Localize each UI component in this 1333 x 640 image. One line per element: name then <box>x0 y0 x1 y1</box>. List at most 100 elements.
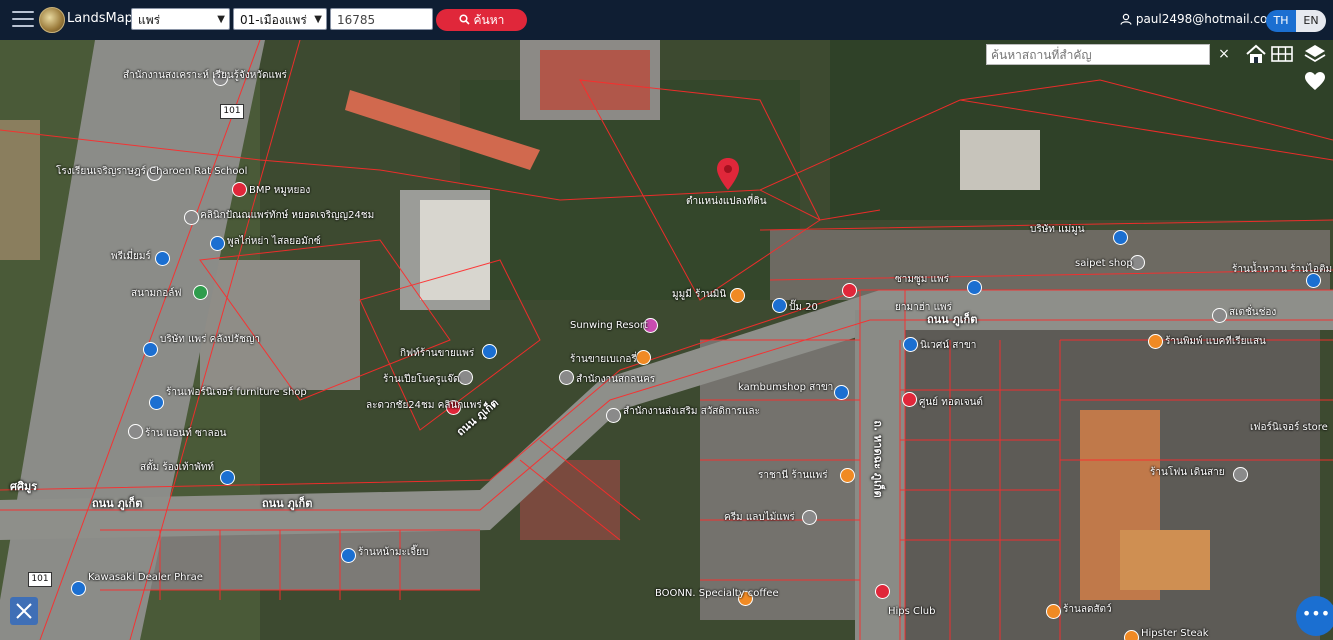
chevron-down-icon: ▼ <box>314 14 322 25</box>
poi-marker[interactable] <box>232 182 247 197</box>
poi-marker[interactable] <box>482 344 497 359</box>
poi-marker[interactable] <box>149 395 164 410</box>
district-select[interactable]: 01-เมืองแพร่ ▼ <box>233 8 327 30</box>
place-label: ปั๊ม 20 <box>789 302 818 313</box>
place-label: ร้านลดสัตว์ <box>1063 604 1112 615</box>
route-shield: 101 <box>220 104 244 119</box>
user-icon <box>1120 13 1132 25</box>
poi-marker[interactable] <box>606 408 621 423</box>
poi-marker[interactable] <box>730 288 745 303</box>
poi-marker[interactable] <box>842 283 857 298</box>
brand-name: LandsMaps <box>67 11 140 26</box>
poi-marker[interactable] <box>1233 467 1248 482</box>
road-label: ถนน ภูเก็ต <box>262 497 313 510</box>
place-label: สเตชั่นช่อง <box>1229 307 1277 318</box>
place-label: สนามกอล์ฟ <box>131 288 182 299</box>
poi-marker[interactable] <box>559 370 574 385</box>
poi-marker[interactable] <box>903 337 918 352</box>
place-label: นิเวศน์ สาขา <box>920 340 977 351</box>
heart-icon[interactable] <box>1303 70 1327 92</box>
place-label: มูมูมี ร้านมินิ <box>672 289 727 300</box>
poi-marker[interactable] <box>875 584 890 599</box>
road-label: ศศิมูร <box>10 480 38 493</box>
poi-marker[interactable] <box>458 370 473 385</box>
tools-icon <box>16 603 32 619</box>
parcel-location-label: ตำแหน่งแปลงที่ดิน <box>686 196 767 207</box>
place-label: สำนักงานสกลนคร <box>576 374 656 385</box>
language-toggle: TH EN <box>1266 10 1326 32</box>
top-navigation-bar: LandsMaps แพร่ ▼ 01-เมืองแพร่ ▼ 16785 ค้… <box>0 0 1333 40</box>
place-label: ร้านพิมพ์ แบคทีเรียแสน <box>1165 336 1266 347</box>
search-button[interactable]: ค้นหา <box>436 9 527 31</box>
poi-marker[interactable] <box>128 424 143 439</box>
poi-marker[interactable] <box>210 236 225 251</box>
place-label: ราชานี ร้านแพร่ <box>758 470 828 481</box>
measure-tool-button[interactable] <box>10 597 38 625</box>
poi-marker[interactable] <box>1113 230 1128 245</box>
place-label: สำนักงานสงเคราะห์ เรียนรู้จังหวัดแพร่ <box>123 70 287 81</box>
place-label: Kawasaki Dealer Phrae <box>88 572 203 583</box>
lang-en-button[interactable]: EN <box>1296 10 1326 32</box>
poi-marker[interactable] <box>220 470 235 485</box>
poi-marker[interactable] <box>1124 630 1139 640</box>
province-value: แพร่ <box>138 13 161 27</box>
place-label: สตั้ม ร้องเท้าพัทท์ <box>140 462 215 473</box>
place-label: Hipster Steak <box>1141 628 1209 639</box>
place-label: ครีม แลบไม้แพร่ <box>724 512 795 523</box>
place-label: kambumshop สาขา <box>738 382 834 393</box>
poi-marker[interactable] <box>71 581 86 596</box>
parcel-number-value: 16785 <box>337 13 376 27</box>
menu-icon[interactable] <box>12 11 34 29</box>
place-label: saipet shop <box>1075 258 1133 269</box>
road-label: ถนน ภูเก็ต <box>92 497 143 510</box>
poi-marker[interactable] <box>1148 334 1163 349</box>
close-icon[interactable]: × <box>1215 44 1233 64</box>
place-label: Hips Club <box>888 606 936 617</box>
chevron-down-icon: ▼ <box>217 14 225 25</box>
place-label: ร้านเฟอร์นิเจอร์ furniture shop <box>166 387 307 398</box>
place-label: ร้านหน้ามะเจี๊ยบ <box>358 547 429 558</box>
landmark-search-input[interactable]: ค้นหาสถานที่สำคัญ <box>986 44 1210 65</box>
layers-icon[interactable] <box>1303 43 1327 65</box>
place-label: ละดวกชัย24ชม คลินิกแพร่ <box>366 400 482 411</box>
poi-marker[interactable] <box>636 350 651 365</box>
place-label: ร้านโฟน เดินสาย <box>1150 467 1225 478</box>
poi-marker[interactable] <box>967 280 982 295</box>
place-label: พูลไก่หย่า ไสลยอมักซ์ <box>227 236 321 247</box>
place-label: บริษัท แม่มูน <box>1030 224 1085 235</box>
place-label: BOONN. Specialty coffee <box>655 588 779 599</box>
province-select[interactable]: แพร่ ▼ <box>131 8 230 30</box>
place-label: ร้านเปียโนครูแจ๊ด <box>383 374 460 385</box>
poi-marker[interactable] <box>1212 308 1227 323</box>
road-label: ถ. หาดฉะ ภูเก็ต <box>871 420 885 498</box>
more-options-button[interactable]: ••• <box>1296 596 1333 636</box>
place-label: โรงเรียนเจริญราษฎร์ Charoen Rat School <box>56 166 248 177</box>
user-menu[interactable]: paul2498@hotmail.com ▼ <box>1120 12 1290 26</box>
landsmaps-logo <box>39 7 65 33</box>
place-label: ยามาฮ่า แพร่ <box>895 302 952 313</box>
poi-marker[interactable] <box>193 285 208 300</box>
place-label: กิฟท์ร้านขายแพร่ <box>400 348 475 359</box>
poi-marker[interactable] <box>143 342 158 357</box>
poi-marker[interactable] <box>1046 604 1061 619</box>
grid-icon[interactable] <box>1270 43 1294 65</box>
place-label: บริษัท แพร่ คลังปรัชญา <box>160 334 261 345</box>
place-label: ร้าน แอนท์ ซาลอน <box>145 428 227 439</box>
poi-marker[interactable] <box>902 392 917 407</box>
place-label: ร้านน้ำหวาน ร้านไอติม <box>1232 264 1333 275</box>
poi-marker[interactable] <box>834 385 849 400</box>
place-label: เฟอร์นิเจอร์ store <box>1250 422 1328 433</box>
parcel-location-pin-icon[interactable] <box>716 157 740 191</box>
poi-marker[interactable] <box>155 251 170 266</box>
poi-marker[interactable] <box>341 548 356 563</box>
satellite-map[interactable]: ตำแหน่งแปลงที่ดิน 101 101 ถนน ภูเก็ต ถนน… <box>0 40 1333 640</box>
search-icon <box>459 14 470 25</box>
poi-marker[interactable] <box>802 510 817 525</box>
parcel-number-input[interactable]: 16785 <box>330 8 433 30</box>
poi-marker[interactable] <box>184 210 199 225</box>
poi-marker[interactable] <box>772 298 787 313</box>
lang-th-button[interactable]: TH <box>1266 10 1296 32</box>
home-building-icon[interactable] <box>1244 43 1268 65</box>
poi-marker[interactable] <box>840 468 855 483</box>
place-label: ซามซูม แพร่ <box>895 274 949 285</box>
